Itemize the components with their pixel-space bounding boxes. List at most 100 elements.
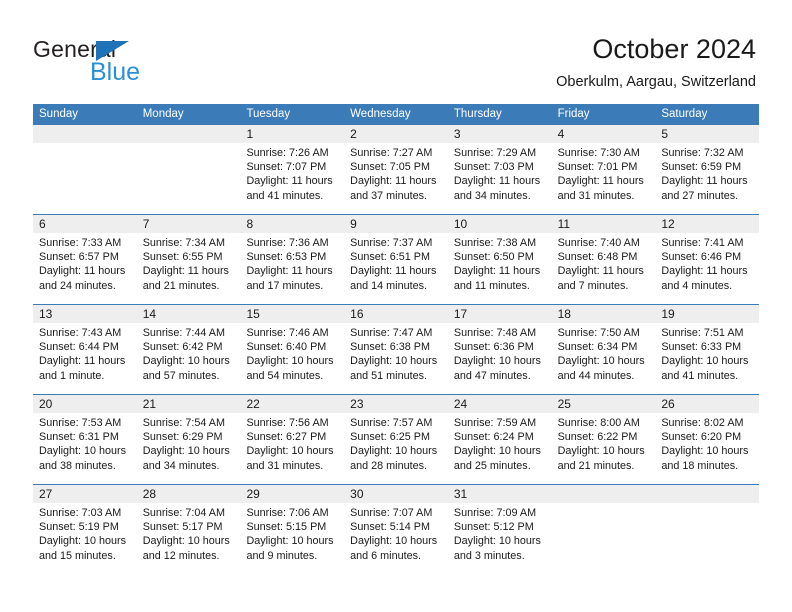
day-cell[interactable]: Sunrise: 7:50 AM Sunset: 6:34 PM Daylight:…: [552, 323, 656, 394]
date-number[interactable]: 20: [33, 395, 137, 413]
day-cell[interactable]: Sunrise: 7:57 AM Sunset: 6:25 PM Daylight:…: [344, 413, 448, 484]
date-number-empty: [137, 125, 241, 143]
sunset-text: Sunset: 6:34 PM: [557, 341, 638, 354]
sunrise-text: Sunrise: 7:43 AM: [39, 327, 122, 339]
day-cell[interactable]: Sunrise: 7:38 AM Sunset: 6:50 PM Daylight:…: [448, 233, 552, 304]
daylight-line2-text: and 34 minutes.: [142, 459, 220, 472]
day-cell[interactable]: Sunrise: 7:30 AM Sunset: 7:01 PM Daylight:…: [552, 143, 656, 214]
daylight-line1-text: Daylight: 11 hours: [39, 355, 126, 368]
date-number[interactable]: 8: [240, 215, 344, 233]
day-cell[interactable]: Sunrise: 7:48 AM Sunset: 6:36 PM Daylight:…: [448, 323, 552, 394]
date-number[interactable]: 7: [137, 215, 241, 233]
sunrise-text: Sunrise: 7:56 AM: [246, 417, 329, 429]
sunset-text: Sunset: 6:46 PM: [661, 251, 742, 264]
day-cell[interactable]: Sunrise: 7:53 AM Sunset: 6:31 PM Daylight:…: [33, 413, 137, 484]
daylight-line2-text: and 51 minutes.: [350, 369, 427, 382]
sunset-text: Sunset: 6:59 PM: [661, 161, 742, 174]
day-cell[interactable]: Sunrise: 7:59 AM Sunset: 6:24 PM Daylight:…: [448, 413, 552, 484]
sunset-text: Sunset: 5:14 PM: [350, 521, 430, 534]
date-number[interactable]: 5: [655, 125, 759, 143]
date-number[interactable]: 26: [655, 395, 759, 413]
day-cell[interactable]: Sunrise: 7:29 AM Sunset: 7:03 PM Daylight:…: [448, 143, 552, 214]
date-number[interactable]: 27: [33, 485, 137, 503]
date-number[interactable]: 2: [344, 125, 448, 143]
day-cell[interactable]: Sunrise: 7:32 AM Sunset: 6:59 PM Daylight:…: [655, 143, 759, 214]
day-cell[interactable]: Sunrise: 7:33 AM Sunset: 6:57 PM Daylight:…: [33, 233, 137, 304]
daylight-line2-text: and 41 minutes.: [246, 189, 324, 202]
title-block: October 2024 Oberkulm, Aargau, Switzerla…: [556, 32, 756, 92]
calendar-week-row: 20 21 22 23 24 25 26 Sunrise: 7:53 AM Sunset: 6:…: [33, 394, 759, 484]
day-cell[interactable]: Sunrise: 7:06 AM Sunset: 5:15 PM Daylight:…: [240, 503, 344, 574]
date-number[interactable]: 22: [240, 395, 344, 413]
general-blue-logo[interactable]: General Blue: [33, 36, 233, 88]
date-number[interactable]: 6: [33, 215, 137, 233]
sunrise-text: Sunrise: 7:48 AM: [453, 327, 537, 339]
location-subtitle: Oberkulm, Aargau, Switzerland: [556, 74, 756, 90]
day-cell-empty: [552, 503, 656, 574]
date-number[interactable]: 1: [240, 125, 344, 143]
day-cell[interactable]: Sunrise: 7:56 AM Sunset: 6:27 PM Daylight:…: [240, 413, 344, 484]
weekday-header-tuesday: Tuesday: [246, 108, 291, 120]
day-cell[interactable]: Sunrise: 7:34 AM Sunset: 6:55 PM Daylight:…: [137, 233, 241, 304]
sunrise-text: Sunrise: 7:41 AM: [661, 237, 744, 249]
date-number[interactable]: 29: [240, 485, 344, 503]
day-cell[interactable]: Sunrise: 8:02 AM Sunset: 6:20 PM Daylight:…: [655, 413, 759, 484]
date-number[interactable]: 17: [448, 305, 552, 323]
sunrise-text: Sunrise: 7:07 AM: [350, 507, 433, 519]
daylight-line2-text: and 7 minutes.: [557, 279, 629, 292]
weekday-header-friday: Friday: [557, 108, 590, 120]
day-cell[interactable]: Sunrise: 8:00 AM Sunset: 6:22 PM Daylight:…: [552, 413, 656, 484]
day-cell[interactable]: Sunrise: 7:47 AM Sunset: 6:38 PM Daylight:…: [344, 323, 448, 394]
day-cell[interactable]: Sunrise: 7:09 AM Sunset: 5:12 PM Daylight:…: [448, 503, 552, 574]
day-cell[interactable]: Sunrise: 7:41 AM Sunset: 6:46 PM Daylight:…: [655, 233, 759, 304]
day-cell[interactable]: Sunrise: 7:26 AM Sunset: 7:07 PM Daylight:…: [240, 143, 344, 214]
date-number[interactable]: 23: [344, 395, 448, 413]
sunset-text: Sunset: 6:57 PM: [39, 251, 119, 264]
daylight-line2-text: and 4 minutes.: [661, 279, 733, 292]
day-cell-empty: [33, 143, 137, 214]
day-cell[interactable]: Sunrise: 7:36 AM Sunset: 6:53 PM Daylight:…: [240, 233, 344, 304]
day-cell[interactable]: Sunrise: 7:44 AM Sunset: 6:42 PM Daylight:…: [137, 323, 241, 394]
date-number[interactable]: 4: [552, 125, 656, 143]
date-number[interactable]: 13: [33, 305, 137, 323]
day-cell[interactable]: Sunrise: 7:46 AM Sunset: 6:40 PM Daylight:…: [240, 323, 344, 394]
daylight-line2-text: and 57 minutes.: [142, 369, 220, 382]
date-number[interactable]: 16: [344, 305, 448, 323]
date-number[interactable]: 10: [448, 215, 552, 233]
date-number[interactable]: 25: [552, 395, 656, 413]
date-number[interactable]: 19: [655, 305, 759, 323]
date-number[interactable]: 28: [137, 485, 241, 503]
day-cell[interactable]: Sunrise: 7:27 AM Sunset: 7:05 PM Daylight:…: [344, 143, 448, 214]
day-cell[interactable]: Sunrise: 7:37 AM Sunset: 6:51 PM Daylight:…: [344, 233, 448, 304]
date-number[interactable]: 11: [552, 215, 656, 233]
day-cell[interactable]: Sunrise: 7:03 AM Sunset: 5:19 PM Daylight:…: [33, 503, 137, 574]
date-number[interactable]: 12: [655, 215, 759, 233]
date-number[interactable]: 18: [552, 305, 656, 323]
daylight-line1-text: Daylight: 10 hours: [39, 445, 127, 458]
day-cell[interactable]: Sunrise: 7:51 AM Sunset: 6:33 PM Daylight:…: [655, 323, 759, 394]
sunset-text: Sunset: 7:01 PM: [557, 161, 638, 174]
sunrise-text: Sunrise: 7:03 AM: [39, 507, 122, 519]
day-cell[interactable]: Sunrise: 7:07 AM Sunset: 5:14 PM Daylight:…: [344, 503, 448, 574]
date-number[interactable]: 31: [448, 485, 552, 503]
daylight-line2-text: and 47 minutes.: [453, 369, 531, 382]
sunrise-text: Sunrise: 7:40 AM: [557, 237, 640, 249]
date-number[interactable]: 21: [137, 395, 241, 413]
calendar-grid: Sunday Monday Tuesday Wednesday Thursday Frid…: [33, 104, 759, 574]
date-number[interactable]: 9: [344, 215, 448, 233]
calendar-week-row: 1 2 3 4 5 Sunrise: 7:26 AM Sunset: 7:07 PM Dayl…: [33, 125, 759, 214]
daylight-line1-text: Daylight: 11 hours: [453, 265, 541, 278]
day-cell[interactable]: Sunrise: 7:54 AM Sunset: 6:29 PM Daylight:…: [137, 413, 241, 484]
daylight-line1-text: Daylight: 10 hours: [350, 535, 438, 548]
date-number[interactable]: 15: [240, 305, 344, 323]
sunset-text: Sunset: 6:38 PM: [350, 341, 430, 354]
day-cell[interactable]: Sunrise: 7:40 AM Sunset: 6:48 PM Daylight:…: [552, 233, 656, 304]
weekday-header-monday: Monday: [142, 108, 184, 120]
date-number[interactable]: 14: [137, 305, 241, 323]
date-number[interactable]: 24: [448, 395, 552, 413]
date-number[interactable]: 30: [344, 485, 448, 503]
date-number[interactable]: 3: [448, 125, 552, 143]
day-cell[interactable]: Sunrise: 7:04 AM Sunset: 5:17 PM Daylight:…: [137, 503, 241, 574]
day-cell[interactable]: Sunrise: 7:43 AM Sunset: 6:44 PM Daylight:…: [33, 323, 137, 394]
daylight-line2-text: and 17 minutes.: [246, 279, 324, 292]
